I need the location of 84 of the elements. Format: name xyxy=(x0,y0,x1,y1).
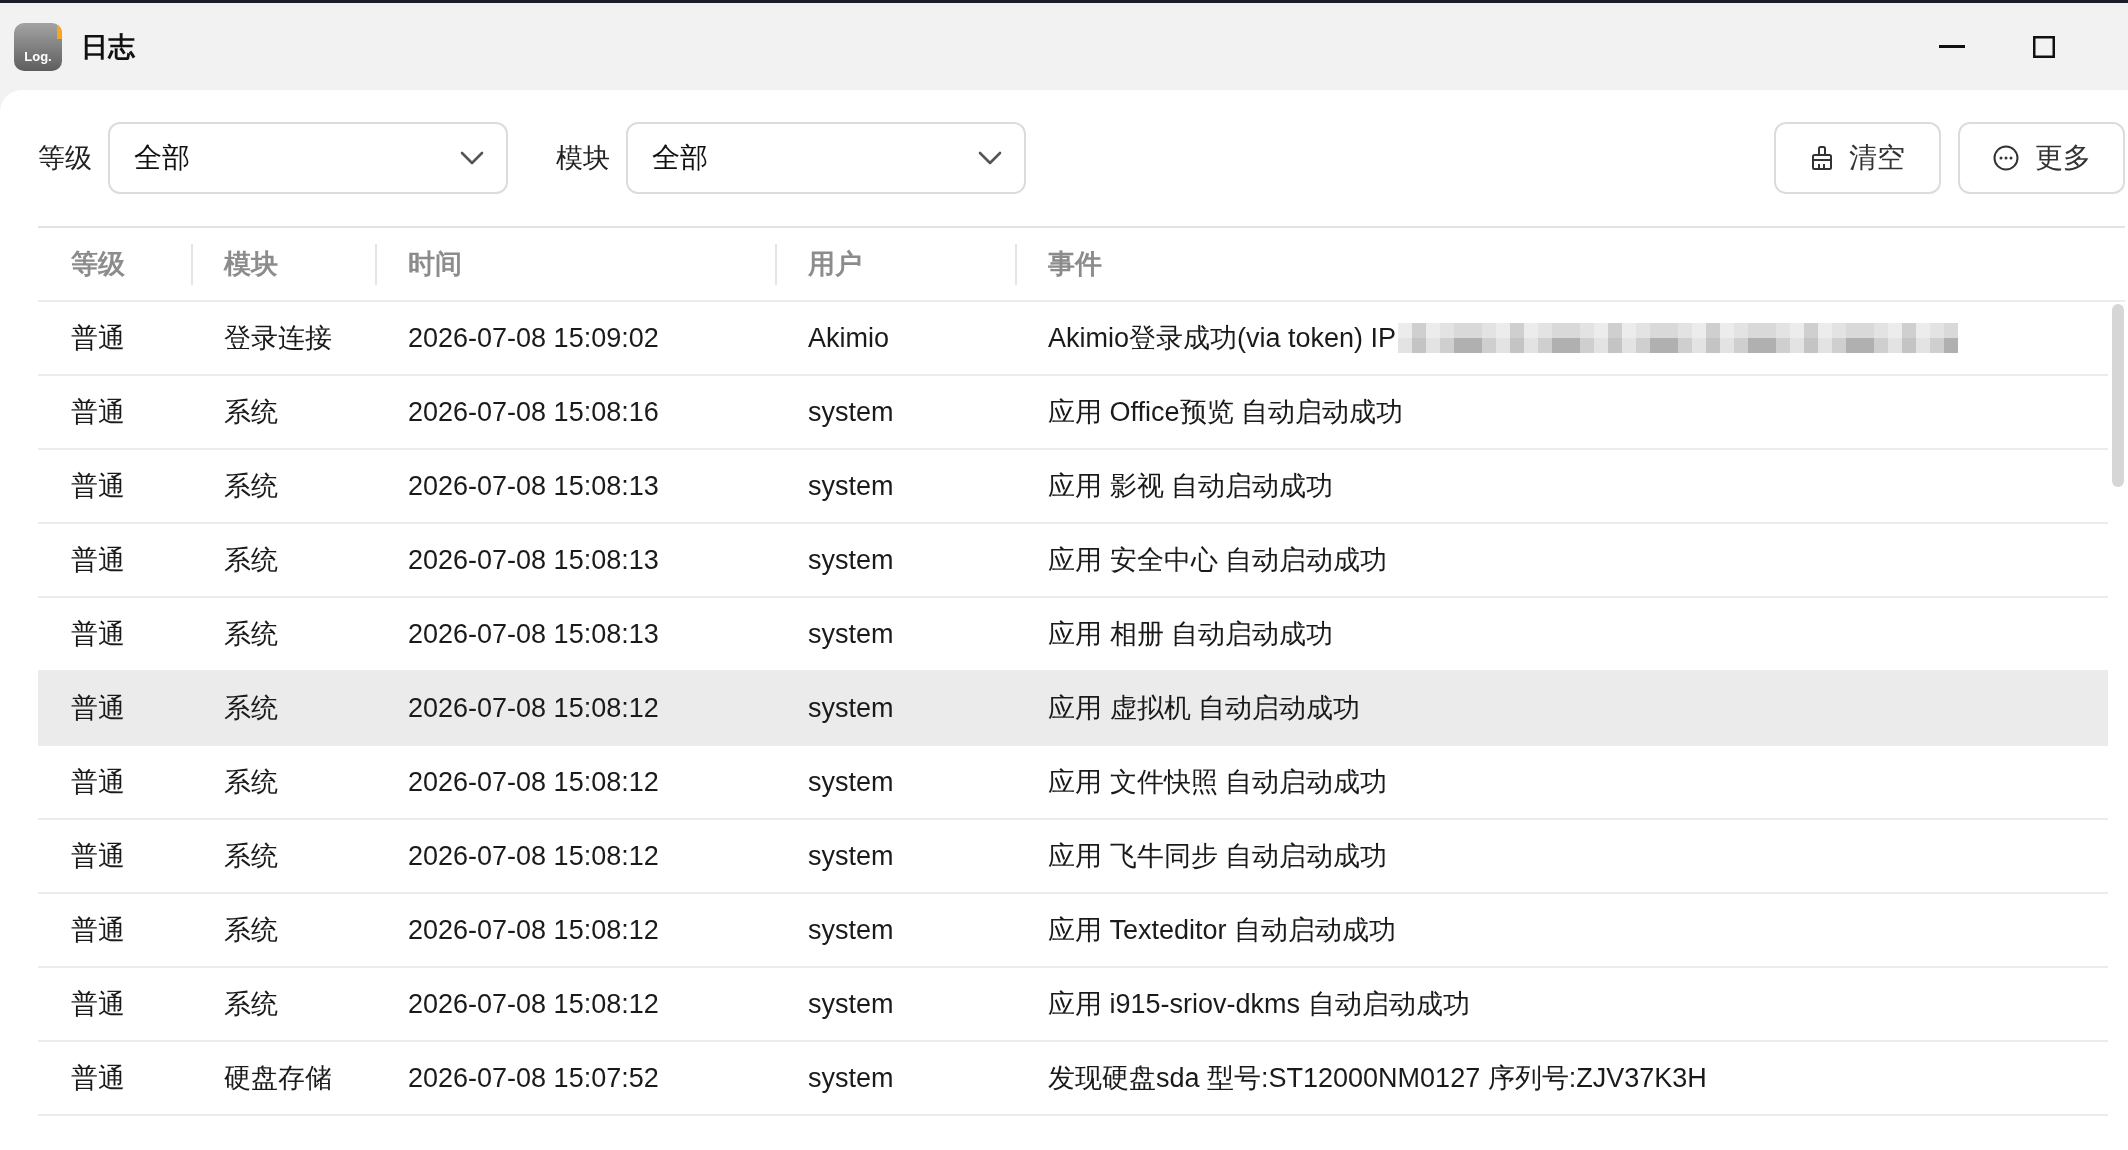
table-cell-text: 应用 Office预览 自动启动成功 xyxy=(1048,396,1404,429)
table-cell-text: 应用 虚拟机 自动启动成功 xyxy=(1048,692,1360,725)
column-header: 事件 xyxy=(1015,246,2125,282)
table-cell-text: system xyxy=(807,618,895,650)
window-title: 日志 xyxy=(81,30,135,64)
table-cell-text: 2026-07-08 15:08:13 xyxy=(407,544,660,576)
table-cell-text: 2026-07-08 15:08:12 xyxy=(407,766,660,798)
chevron-down-icon xyxy=(978,151,1002,165)
column-header: 时间 xyxy=(375,246,775,282)
table-cell-text: 普通 xyxy=(70,1062,126,1095)
table-cell-text: 系统 xyxy=(223,988,279,1021)
table-cell-text: system xyxy=(807,914,895,946)
table-cell-text: 普通 xyxy=(70,692,126,725)
table-cell-text: 2026-07-08 15:08:12 xyxy=(407,840,660,872)
table-cell-text: system xyxy=(807,396,895,428)
filter-dropdown[interactable]: 全部 xyxy=(626,122,1026,194)
table-row[interactable]: 普通 系统 2026-07-08 15:08:13 system 应用 影视 自动启动成功 xyxy=(38,450,2108,524)
table-cell-text: 应用 Texteditor 自动启动成功 xyxy=(1048,914,1397,947)
table-row[interactable]: 普通 系统 2026-07-08 15:08:12 system 应用 Texteditor 自动启动成功 xyxy=(38,894,2108,968)
table-cell-text: 系统 xyxy=(223,544,279,577)
table-row[interactable]: 普通 硬盘存储 2026-07-08 15:07:52 system 发现硬盘sda 型号:ST12000NM0127 序列号:ZJV37K3H xyxy=(38,1042,2108,1116)
table-cell-text: system xyxy=(807,988,895,1020)
table-cell-text: system xyxy=(807,470,895,502)
ellipsis-circle-icon xyxy=(1992,145,2019,171)
table-cell-text: 应用 相册 自动启动成功 xyxy=(1048,618,1333,651)
table-cell-text: 2026-07-08 15:09:02 xyxy=(407,322,660,354)
table-cell-text: 2026-07-08 15:08:12 xyxy=(407,914,660,946)
table-cell-text: 普通 xyxy=(70,988,126,1021)
table-cell-text: 2026-07-08 15:08:12 xyxy=(407,692,660,724)
more-button[interactable]: 更多 xyxy=(1958,122,2125,194)
scrollbar-thumb[interactable] xyxy=(2112,304,2124,487)
table-cell-text: 普通 xyxy=(70,544,126,577)
table-cell-text: 普通 xyxy=(70,470,126,503)
table-cell-text: 应用 飞牛同步 自动启动成功 xyxy=(1048,840,1387,873)
table-cell-text: 2026-07-08 15:08:13 xyxy=(407,618,660,650)
table-cell-text: 登录连接 xyxy=(223,322,333,355)
table-cell-text: 系统 xyxy=(223,766,279,799)
table-row[interactable]: 普通 系统 2026-07-08 15:08:12 system 应用 虚拟机 自动启动成功 xyxy=(38,672,2108,746)
column-header: 用户 xyxy=(775,246,1015,282)
table-cell-text: 2026-07-08 15:08:13 xyxy=(407,470,660,502)
filter-label: 模块 xyxy=(556,142,610,175)
table-cell-text: 系统 xyxy=(223,692,279,725)
table-cell-text: 普通 xyxy=(70,766,126,799)
table-cell-text: 普通 xyxy=(70,840,126,873)
table-cell-text: system xyxy=(807,840,895,872)
app-logo: Log. xyxy=(14,22,62,71)
table-cell-text: 系统 xyxy=(223,840,279,873)
table-cell-text: system xyxy=(807,692,895,724)
table-cell-text: 应用 影视 自动启动成功 xyxy=(1048,470,1333,503)
table-cell-text: 2026-07-08 15:08:12 xyxy=(407,988,660,1020)
table-cell-text: 应用 i915-sriov-dkms 自动启动成功 xyxy=(1048,988,1470,1021)
table-cell-text: 系统 xyxy=(223,470,279,503)
table-row[interactable]: 普通 系统 2026-07-08 15:08:12 system 应用 文件快照 自动启动成功 xyxy=(38,746,2108,820)
table-cell-text: system xyxy=(807,766,895,798)
table-cell-text: 2026-07-08 15:08:16 xyxy=(407,396,660,428)
table-cell-text: Akimio登录成功(via token) IP xyxy=(1048,322,1397,355)
table-row[interactable]: 普通 登录连接 2026-07-08 15:09:02 Akimio Akimio登录成功(via token) IP xyxy=(38,302,2108,376)
table-cell-text: 普通 xyxy=(70,396,126,429)
table-cell-text: 系统 xyxy=(223,618,279,651)
table-row[interactable]: 普通 系统 2026-07-08 15:08:12 system 应用 i915-sriov-dkms 自动启动成功 xyxy=(38,968,2108,1042)
table-cell-text: 应用 安全中心 自动启动成功 xyxy=(1048,544,1387,577)
filter-dropdown[interactable]: 全部 xyxy=(108,122,508,194)
filter-label: 等级 xyxy=(38,142,92,175)
table-row[interactable]: 普通 系统 2026-07-08 15:08:12 system 应用 飞牛同步 自动启动成功 xyxy=(38,820,2108,894)
column-header: 模块 xyxy=(191,246,375,282)
chevron-down-icon xyxy=(460,151,484,165)
table-cell-text: 2026-07-08 15:07:52 xyxy=(407,1062,660,1094)
table-row[interactable]: 普通 系统 2026-07-08 15:08:13 system 应用 安全中心 自动启动成功 xyxy=(38,524,2108,598)
maximize-icon[interactable] xyxy=(2033,35,2055,58)
table-cell-text: 普通 xyxy=(70,322,126,355)
table-cell-text: system xyxy=(807,544,895,576)
table-cell-text: 应用 文件快照 自动启动成功 xyxy=(1048,766,1387,799)
table-cell-text: 普通 xyxy=(70,914,126,947)
table-cell-text: Akimio xyxy=(807,322,890,354)
table-cell-text: 硬盘存储 xyxy=(223,1062,333,1095)
table-row[interactable]: 普通 系统 2026-07-08 15:08:16 system 应用 Office预览 自动启动成功 xyxy=(38,376,2108,450)
table-cell-text: 普通 xyxy=(70,618,126,651)
table-cell-text: 系统 xyxy=(223,914,279,947)
brush-icon xyxy=(1810,146,1833,170)
table-cell-text: 系统 xyxy=(223,396,279,429)
table-cell-text: system xyxy=(807,1062,895,1094)
minimize-icon[interactable] xyxy=(1939,45,1965,48)
clear-button[interactable]: 清空 xyxy=(1774,122,1941,194)
table-cell-text: 发现硬盘sda 型号:ST12000NM0127 序列号:ZJV37K3H xyxy=(1048,1062,1707,1095)
